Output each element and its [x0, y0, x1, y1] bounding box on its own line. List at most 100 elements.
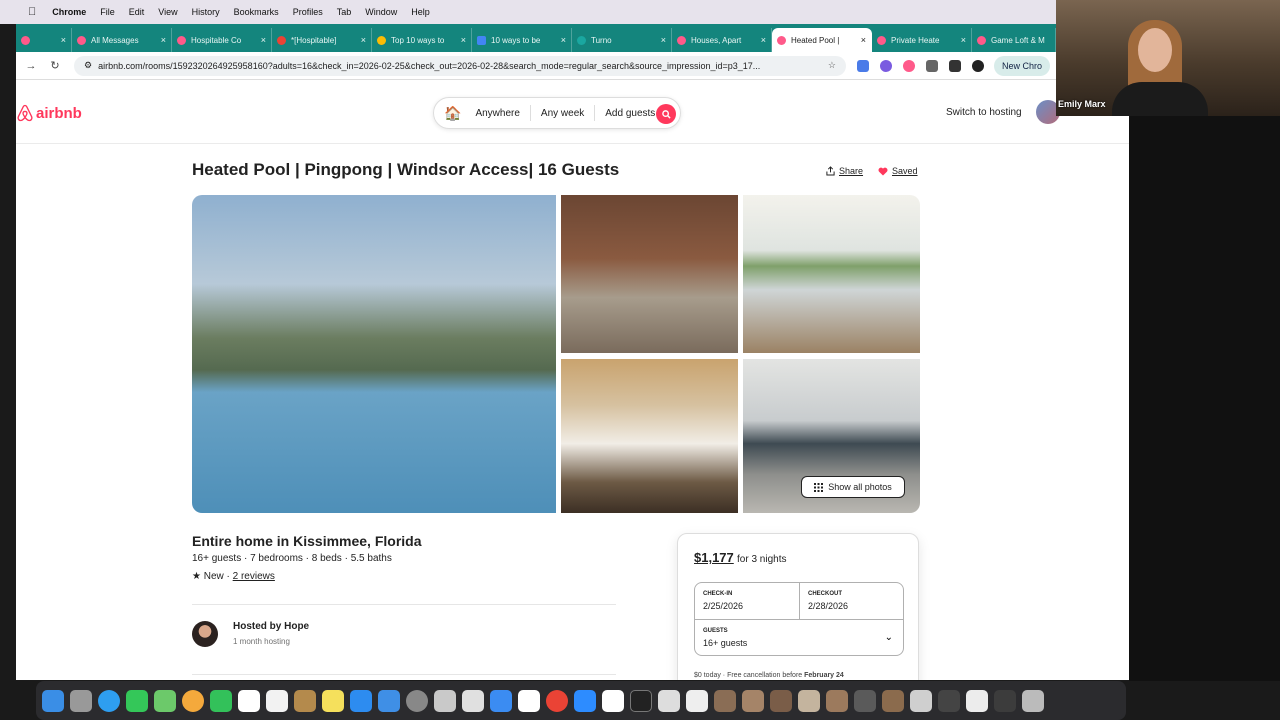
forward-arrow-icon[interactable]: → — [22, 60, 40, 72]
chrome-icon[interactable] — [546, 689, 568, 712]
tab-close-icon[interactable]: × — [61, 35, 66, 45]
site-settings-icon[interactable]: ⚙ — [84, 60, 92, 71]
photo-thumbnail-icon[interactable] — [826, 689, 848, 712]
extension-icon[interactable] — [880, 59, 892, 72]
document-thumbnail-icon[interactable] — [854, 689, 876, 712]
address-bar[interactable]: ⚙ airbnb.com/rooms/1592320264925958160?a… — [74, 55, 846, 76]
document-thumbnail-icon[interactable] — [994, 689, 1016, 712]
bookmark-star-icon[interactable]: ☆ — [828, 60, 836, 71]
iphone-mirroring-icon[interactable] — [630, 689, 652, 712]
app-store-icon[interactable] — [350, 689, 372, 712]
tab-close-icon[interactable]: × — [161, 35, 166, 45]
extension-icon[interactable] — [857, 59, 869, 72]
extension-icon[interactable] — [903, 59, 915, 72]
photo-thumbnail-icon[interactable] — [742, 689, 764, 712]
saved-button[interactable]: Saved — [878, 166, 918, 176]
menu-tab[interactable]: Tab — [337, 7, 352, 17]
browser-tab[interactable]: Game Loft & M — [972, 28, 1056, 52]
maps-icon[interactable] — [154, 689, 176, 712]
reviews-link[interactable]: 2 reviews — [233, 571, 275, 582]
launchpad-icon[interactable] — [70, 689, 92, 712]
listing-photo-pool[interactable] — [192, 195, 556, 513]
listing-photo-dining[interactable] — [743, 195, 920, 353]
document-thumbnail-icon[interactable] — [938, 689, 960, 712]
photo-thumbnail-icon[interactable] — [714, 689, 736, 712]
notes-app-icon[interactable] — [294, 689, 316, 712]
browser-tab[interactable]: Houses, Apart × — [672, 28, 772, 52]
switch-to-hosting-link[interactable]: Switch to hosting — [946, 107, 1022, 118]
apple-icon[interactable]:  — [28, 6, 36, 18]
preview-icon[interactable] — [434, 689, 456, 712]
puzzle-extensions-icon[interactable] — [926, 59, 938, 72]
browser-tab[interactable]: × — [16, 28, 72, 52]
zoom-icon[interactable] — [574, 689, 596, 712]
calendar-icon[interactable] — [238, 689, 260, 712]
browser-tab[interactable]: All Messages × — [72, 28, 172, 52]
reminders-icon[interactable] — [266, 689, 288, 712]
search-anywhere[interactable]: Anywhere — [465, 105, 531, 121]
document-thumbnail-icon[interactable] — [686, 689, 708, 712]
browser-tab[interactable]: Turno × — [572, 28, 672, 52]
messages-icon[interactable] — [126, 689, 148, 712]
trash-icon[interactable] — [1022, 689, 1044, 712]
menu-help[interactable]: Help — [411, 7, 430, 17]
profile-icon[interactable] — [972, 59, 984, 72]
facetime-icon[interactable] — [210, 689, 232, 712]
menu-profiles[interactable]: Profiles — [293, 7, 323, 17]
tab-close-icon[interactable]: × — [861, 35, 866, 45]
script-editor-icon[interactable] — [462, 689, 484, 712]
menu-edit[interactable]: Edit — [129, 7, 145, 17]
document-thumbnail-icon[interactable] — [910, 689, 932, 712]
tab-close-icon[interactable]: × — [361, 35, 366, 45]
photos-icon[interactable] — [182, 689, 204, 712]
search-add-guests[interactable]: Add guests — [595, 105, 665, 121]
browser-tab[interactable]: *[Hospitable] × — [272, 28, 372, 52]
photo-thumbnail-icon[interactable] — [770, 689, 792, 712]
browser-tab[interactable]: Hospitable Co × — [172, 28, 272, 52]
price[interactable]: $1,177 — [694, 550, 734, 565]
tab-close-icon[interactable]: × — [561, 35, 566, 45]
checkin-field[interactable]: CHECK-IN 2/25/2026 — [695, 583, 800, 619]
sidebar-icon[interactable] — [949, 59, 961, 72]
tab-close-icon[interactable]: × — [461, 35, 466, 45]
reload-icon[interactable]: ↻ — [46, 59, 64, 72]
tab-close-icon[interactable]: × — [961, 35, 966, 45]
menu-view[interactable]: View — [158, 7, 177, 17]
host-avatar[interactable] — [192, 621, 218, 647]
browser-tab[interactable]: 10 ways to be × — [472, 28, 572, 52]
keynote-icon[interactable] — [378, 689, 400, 712]
new-chrome-button[interactable]: New Chro — [994, 55, 1051, 76]
browser-tab[interactable]: Private Heate × — [872, 28, 972, 52]
stickies-icon[interactable] — [322, 689, 344, 712]
mail-icon[interactable] — [490, 689, 512, 712]
photo-thumbnail-icon[interactable] — [882, 689, 904, 712]
tab-close-icon[interactable]: × — [261, 35, 266, 45]
finder-icon[interactable] — [42, 689, 64, 712]
browser-tab[interactable]: Top 10 ways to × — [372, 28, 472, 52]
airbnb-logo[interactable]: airbnb — [16, 104, 82, 122]
menu-bookmarks[interactable]: Bookmarks — [234, 7, 279, 17]
guests-dropdown[interactable]: GUESTS 16+ guests ⌄ — [695, 619, 903, 656]
photo-thumbnail-icon[interactable] — [798, 689, 820, 712]
search-button[interactable] — [656, 104, 676, 124]
tab-close-icon[interactable]: × — [661, 35, 666, 45]
slack-icon[interactable] — [602, 689, 624, 712]
share-button[interactable]: Share — [826, 166, 863, 176]
listing-photo-bedroom[interactable] — [561, 359, 738, 513]
menu-window[interactable]: Window — [365, 7, 397, 17]
document-thumbnail-icon[interactable] — [658, 689, 680, 712]
document-thumbnail-icon[interactable] — [966, 689, 988, 712]
settings-icon[interactable] — [406, 689, 428, 712]
menu-history[interactable]: History — [192, 7, 220, 17]
search-any-week[interactable]: Any week — [531, 105, 596, 121]
menu-app-name[interactable]: Chrome — [52, 7, 86, 17]
listing-photo-living-room[interactable] — [561, 195, 738, 353]
checkout-field[interactable]: CHECKOUT 2/28/2026 — [800, 583, 904, 619]
browser-tab-active[interactable]: Heated Pool | × — [772, 28, 872, 52]
menu-file[interactable]: File — [100, 7, 115, 17]
tab-close-icon[interactable]: × — [761, 35, 766, 45]
safari-icon[interactable] — [98, 689, 120, 712]
show-all-photos-button[interactable]: Show all photos — [801, 476, 905, 498]
search-bar[interactable]: 🏠 Anywhere Any week Add guests — [433, 97, 681, 129]
notion-icon[interactable] — [518, 689, 540, 712]
